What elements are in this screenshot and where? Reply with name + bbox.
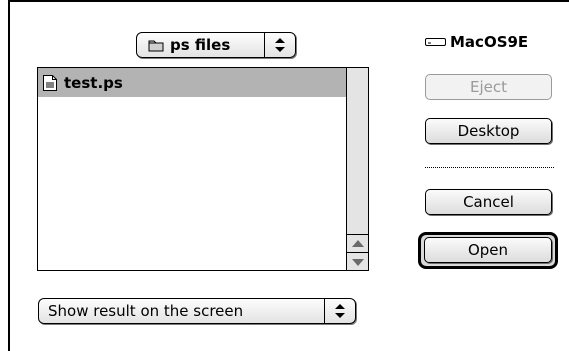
folder-popup-menu[interactable]: ps files: [136, 32, 296, 58]
folder-popup-content: ps files: [147, 36, 230, 54]
button-divider: [425, 167, 554, 168]
eject-button[interactable]: Eject: [425, 74, 552, 100]
disk-icon: [425, 38, 446, 46]
desktop-button[interactable]: Desktop: [425, 118, 552, 144]
open-button[interactable]: Open: [424, 237, 552, 263]
file-name: test.ps: [64, 73, 123, 92]
disk-label: MacOS9E: [425, 33, 528, 51]
folder-icon: [148, 40, 164, 52]
result-popup-label: Show result on the screen: [48, 302, 244, 320]
dialog-frame-top: [8, 0, 569, 2]
popup-arrows-icon: [264, 33, 295, 57]
document-icon: [43, 74, 57, 91]
scroll-down-arrow-icon[interactable]: [347, 252, 368, 270]
scroll-up-arrow-icon[interactable]: [347, 234, 368, 252]
popup-arrows-icon: [324, 299, 355, 323]
open-file-dialog: ps files MacOS9E test.ps Eject Desktop C…: [0, 0, 569, 351]
vertical-scrollbar[interactable]: [346, 68, 368, 270]
result-destination-popup[interactable]: Show result on the screen: [38, 298, 356, 324]
cancel-button[interactable]: Cancel: [425, 189, 552, 215]
disk-name: MacOS9E: [450, 33, 529, 51]
dialog-frame-left: [8, 0, 10, 351]
file-list-item[interactable]: test.ps: [38, 68, 360, 97]
folder-popup-label: ps files: [170, 36, 231, 54]
file-list[interactable]: test.ps: [37, 67, 369, 271]
